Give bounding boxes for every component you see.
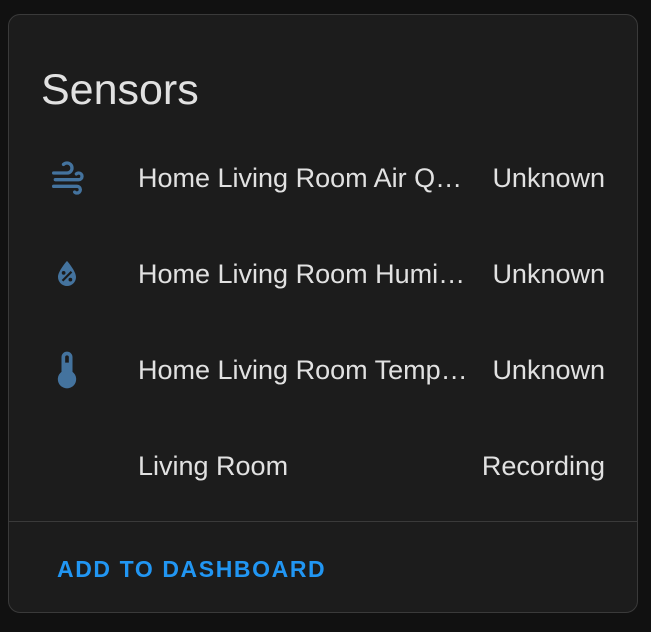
entity-row-temperature[interactable]: Home Living Room Temperature Unknown [9,322,637,418]
entity-list: Home Living Room Air Quality Unknown Hom… [9,130,637,514]
thermometer-icon [45,348,89,392]
air-filter-icon [45,156,89,200]
card-title: Sensors [41,66,199,114]
card-actions-divider [9,521,637,522]
entity-state: Recording [481,451,605,481]
entity-row-air-quality[interactable]: Home Living Room Air Quality Unknown [9,130,637,226]
entity-state: Unknown [492,355,605,385]
entity-name: Home Living Room Humidity [138,259,476,289]
entity-state: Unknown [492,259,605,289]
water-percent-icon [45,252,89,296]
entity-row-living-room[interactable]: Living Room Recording [9,418,637,514]
sensors-card: Sensors Home Living Room Air Quality Unk… [8,14,638,613]
entity-row-humidity[interactable]: Home Living Room Humidity Unknown [9,226,637,322]
entity-state: Unknown [492,163,605,193]
entity-name: Living Room [138,451,289,481]
entity-name: Home Living Room Air Quality [138,163,476,193]
add-to-dashboard-button[interactable]: ADD TO DASHBOARD [45,545,338,593]
entity-name: Home Living Room Temperature [138,355,476,385]
